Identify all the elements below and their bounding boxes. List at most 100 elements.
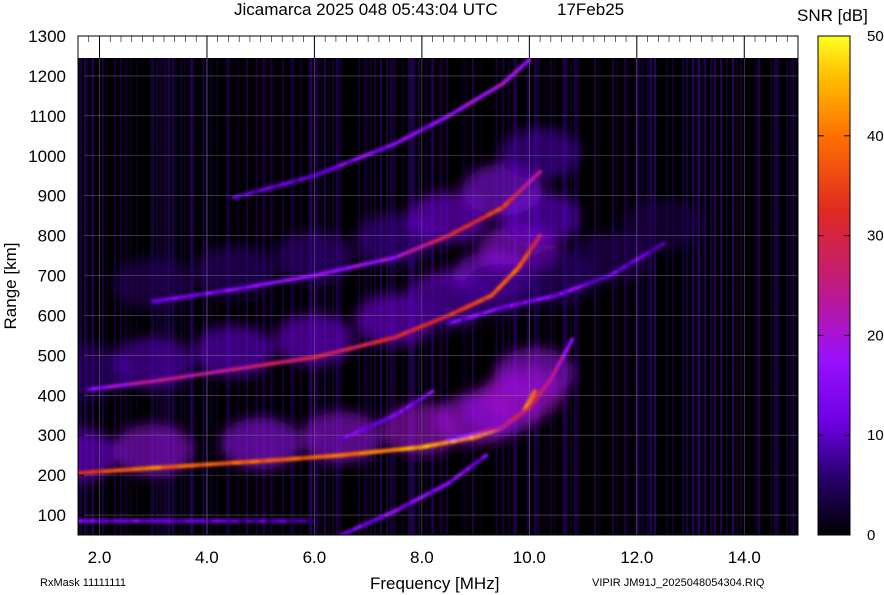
noise-column bbox=[740, 58, 742, 535]
noise-column bbox=[714, 58, 716, 535]
colorbar-tick-label: 20 bbox=[867, 327, 884, 344]
x-tick-label: 8.0 bbox=[410, 548, 434, 567]
noise-column bbox=[682, 58, 684, 535]
noise-column bbox=[612, 58, 614, 535]
noise-column bbox=[332, 58, 334, 535]
noise-column bbox=[672, 58, 674, 535]
noise-column bbox=[638, 58, 640, 535]
noise-column bbox=[300, 58, 302, 535]
trace-segment bbox=[657, 241, 666, 249]
noise-column bbox=[696, 58, 698, 535]
noise-column bbox=[328, 58, 330, 535]
noise-column bbox=[702, 58, 704, 535]
y-tick-label: 1300 bbox=[28, 27, 66, 46]
noise-column bbox=[626, 58, 628, 535]
noise-column bbox=[324, 58, 326, 535]
noise-column bbox=[370, 58, 372, 535]
noise-column bbox=[726, 58, 728, 535]
noise-column bbox=[336, 58, 338, 535]
y-tick-label: 800 bbox=[38, 227, 66, 246]
noise-column bbox=[294, 58, 296, 535]
trace-segment bbox=[531, 389, 537, 395]
y-tick-label: 300 bbox=[38, 426, 66, 445]
noise-column bbox=[666, 58, 668, 535]
noise-column bbox=[786, 58, 788, 535]
page-title: Jicamarca 2025 048 05:43:04 UTC bbox=[234, 0, 498, 19]
y-axis-title: Range [km] bbox=[1, 243, 20, 330]
colorbar bbox=[817, 35, 851, 536]
noise-column bbox=[308, 58, 310, 535]
trace-segment bbox=[481, 453, 489, 460]
noise-column bbox=[646, 58, 648, 535]
colorbar-tick-label: 50 bbox=[867, 28, 884, 45]
noise-column bbox=[598, 58, 600, 535]
noise-column bbox=[710, 58, 712, 535]
noise-column bbox=[364, 58, 366, 535]
noise-column bbox=[776, 58, 778, 535]
noise-column bbox=[640, 58, 642, 535]
y-tick-label: 1100 bbox=[29, 107, 66, 126]
noise-column bbox=[774, 58, 776, 535]
noise-column bbox=[358, 58, 360, 535]
noise-column bbox=[790, 58, 792, 535]
noise-column bbox=[792, 58, 794, 535]
noise-column bbox=[756, 58, 758, 535]
y-tick-label: 1200 bbox=[28, 67, 66, 86]
noise-column bbox=[340, 58, 342, 535]
trace-segment bbox=[535, 169, 543, 177]
noise-column bbox=[758, 58, 760, 535]
noise-column bbox=[778, 58, 780, 535]
noise-column bbox=[688, 58, 690, 535]
noise-column bbox=[698, 58, 700, 535]
noise-column bbox=[320, 58, 322, 535]
noise-column bbox=[754, 58, 756, 535]
colorbar-unit-label: SNR [dB] bbox=[797, 6, 868, 25]
noise-column bbox=[712, 58, 714, 535]
noise-column bbox=[316, 58, 318, 535]
noise-column bbox=[366, 58, 368, 535]
noise-column bbox=[642, 58, 644, 535]
noise-column bbox=[648, 58, 650, 535]
colorbar-tick-label: 0 bbox=[867, 527, 875, 544]
y-tick-label: 600 bbox=[38, 306, 66, 325]
y-tick-label: 500 bbox=[38, 346, 66, 365]
noise-column bbox=[338, 58, 340, 535]
noise-column bbox=[650, 58, 652, 535]
noise-column bbox=[686, 58, 688, 535]
colorbar-tick-label: 30 bbox=[867, 228, 884, 245]
y-tick-label: 200 bbox=[38, 466, 66, 485]
trace-segment bbox=[568, 337, 575, 345]
noise-column bbox=[770, 58, 772, 535]
x-tick-label: 2.0 bbox=[88, 548, 112, 567]
noise-column bbox=[616, 58, 618, 535]
noise-column bbox=[736, 58, 738, 535]
noise-column bbox=[654, 58, 656, 535]
x-tick-label: 14.0 bbox=[728, 548, 761, 567]
noise-column bbox=[630, 58, 632, 535]
noise-column bbox=[794, 58, 796, 535]
noise-column bbox=[634, 58, 636, 535]
noise-column bbox=[310, 58, 312, 535]
colorbar-tick-label: 10 bbox=[867, 427, 884, 444]
x-tick-label: 6.0 bbox=[303, 548, 327, 567]
x-tick-label: 12.0 bbox=[620, 548, 653, 567]
x-tick-label: 4.0 bbox=[195, 548, 219, 567]
page-date: 17Feb25 bbox=[557, 0, 625, 19]
y-tick-label: 1000 bbox=[28, 147, 66, 166]
colorbar-tick-label: 40 bbox=[867, 128, 884, 145]
trace-segment bbox=[536, 233, 543, 241]
y-tick-label: 100 bbox=[38, 506, 66, 525]
x-axis-title: Frequency [MHz] bbox=[370, 574, 500, 593]
trace-segment bbox=[427, 389, 435, 396]
x-tick-label: 10.0 bbox=[513, 548, 546, 567]
noise-column bbox=[292, 58, 294, 535]
noise-column bbox=[290, 58, 292, 535]
rxmask-label: RxMask 11111111 bbox=[40, 577, 127, 589]
ionogram-chart: 2.0 4.0 6.0 8.0 10.0 12.0 14.01002003004005006… bbox=[1, 27, 884, 567]
y-tick-label: 400 bbox=[38, 386, 66, 405]
y-tick-label: 900 bbox=[38, 187, 66, 206]
noise-column bbox=[704, 58, 706, 535]
noise-column bbox=[720, 58, 722, 535]
noise-column bbox=[318, 58, 320, 535]
noise-column bbox=[374, 58, 376, 535]
